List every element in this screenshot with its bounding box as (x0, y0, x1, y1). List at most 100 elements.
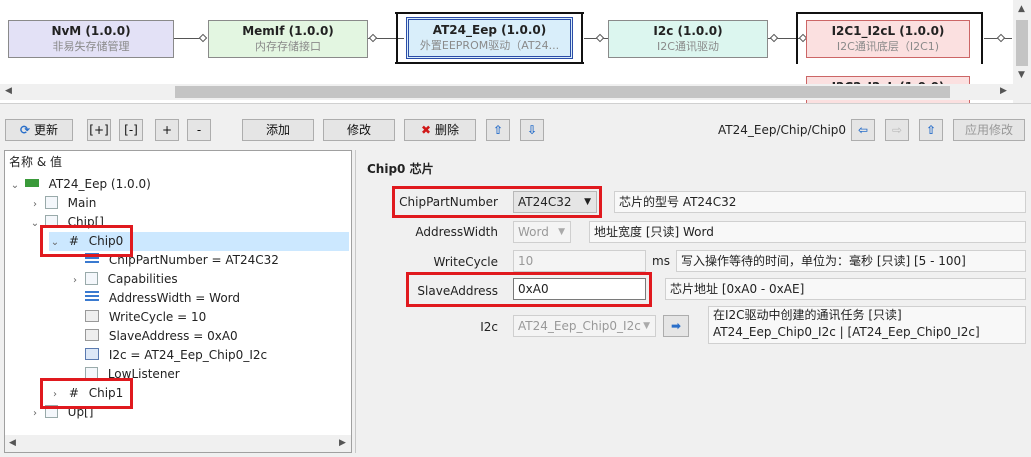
module-chip-icon (24, 179, 39, 187)
chip-part-number-desc: 芯片的型号 AT24C32 (614, 191, 1026, 213)
arrow-up-icon: ⇧ (925, 123, 937, 137)
i2c-label: I2c (480, 320, 498, 334)
container-icon (44, 196, 58, 209)
tree-item-write-cycle[interactable]: WriteCycle = 10 (85, 308, 206, 327)
horizontal-scroll-thumb[interactable] (175, 86, 950, 98)
tree-header: 名称 & 值 (9, 155, 62, 169)
move-down-button[interactable]: ⇩ (520, 119, 544, 141)
reference-icon (85, 348, 99, 360)
tree-item-label: SlaveAddress = 0xA0 (108, 329, 238, 343)
i2c-select[interactable]: AT24_Eep_Chip0_I2c ▼ (513, 315, 656, 337)
tree-item-label: Main (67, 196, 97, 210)
tree-item-label: WriteCycle = 10 (108, 310, 207, 324)
address-width-label: AddressWidth (415, 225, 498, 239)
refresh-label: 更新 (33, 123, 58, 137)
goto-i2c-button[interactable]: ➡ (663, 315, 689, 337)
tree-item-main[interactable]: › Main (29, 194, 96, 213)
collapse-all-button[interactable]: [-] (119, 119, 143, 141)
highlight-chip0 (40, 225, 133, 257)
current-path: AT24_Eep/Chip/Chip0 (718, 123, 847, 137)
move-up-button[interactable]: ⇧ (486, 119, 510, 141)
delete-label: 删除 (434, 123, 459, 137)
tree-horizontal-scrollbar[interactable] (5, 435, 351, 452)
highlight-slave-address (406, 272, 652, 307)
write-cycle-desc: 写入操作等待的时间，单位为：毫秒 [只读] [5 - 100] (676, 250, 1026, 272)
scroll-right-icon[interactable]: ▶ (1000, 86, 1007, 96)
tree-item-address-width[interactable]: AddressWidth = Word (85, 289, 240, 308)
module-at24-eep[interactable]: AT24_Eep (1.0.0) 外置EEPROM驱动（AT24... (406, 17, 573, 59)
arrow-up-icon: ⇧ (492, 123, 504, 137)
connector-diamond-icon (368, 33, 378, 43)
selection-bracket-bottom (395, 62, 584, 64)
number-icon (85, 310, 99, 322)
slave-address-desc: 芯片地址 [0xA0 - 0xAE] (665, 278, 1026, 300)
module-memif[interactable]: MemIf (1.0.0) 内存存储接口 (208, 20, 368, 58)
delete-button[interactable]: ✖ 删除 (404, 119, 476, 141)
forward-button[interactable]: ⇨ (885, 119, 909, 141)
chevron-right-icon[interactable]: › (69, 271, 81, 290)
chevron-down-icon[interactable]: ⌄ (9, 176, 21, 195)
connector-diamond-icon (595, 33, 605, 43)
apply-changes-button[interactable]: 应用修改 (953, 119, 1025, 141)
highlight-chip-part-number (392, 186, 602, 218)
minus-button[interactable]: - (187, 119, 211, 141)
chevron-down-icon: ▼ (558, 227, 565, 237)
scroll-left-icon[interactable]: ◀ (9, 438, 16, 448)
module-title: MemIf (1.0.0) (242, 24, 334, 38)
module-title: I2c (1.0.0) (653, 24, 723, 38)
address-width-select[interactable]: Word ▼ (513, 221, 571, 243)
tree-item-label: I2c = AT24_Eep_Chip0_I2c (108, 348, 268, 362)
tree-item-label: ChipPartNumber = AT24C32 (108, 253, 279, 267)
arrow-down-icon: ⇩ (526, 123, 538, 137)
tree-item-i2c[interactable]: I2c = AT24_Eep_Chip0_I2c (85, 346, 267, 365)
container-icon (84, 272, 98, 285)
arrow-right-icon: ⇨ (891, 123, 903, 137)
select-value: Word (518, 225, 549, 239)
chevron-right-icon[interactable]: › (29, 195, 41, 214)
tree-item-slave-address[interactable]: SlaveAddress = 0xA0 (85, 327, 238, 346)
enum-icon (85, 291, 99, 303)
write-cycle-unit: ms (652, 254, 670, 268)
select-value: AT24_Eep_Chip0_I2c (518, 319, 641, 333)
module-i2c1-i2cl[interactable]: I2C1_I2cL (1.0.0) I2C通讯底层（I2C1) (806, 20, 970, 58)
tree-item-at24-eep[interactable]: ⌄ AT24_Eep (1.0.0) (9, 175, 151, 194)
add-button[interactable]: 添加 (242, 119, 314, 141)
module-subtitle: 内存存储接口 (255, 40, 321, 53)
arrow-right-icon: ➡ (670, 319, 682, 333)
highlight-chip1 (40, 378, 133, 409)
tree-item-label: AT24_Eep (1.0.0) (48, 177, 151, 191)
delete-icon: ✖ (421, 123, 432, 137)
connector-diamond-icon (996, 33, 1006, 43)
modify-button[interactable]: 修改 (323, 119, 395, 141)
module-i2c[interactable]: I2c (1.0.0) I2C通讯驱动 (608, 20, 768, 58)
module-subtitle: 非易失存储管理 (52, 40, 130, 53)
refresh-button[interactable]: ⟳ 更新 (5, 119, 73, 141)
vertical-scroll-thumb[interactable] (1016, 20, 1028, 66)
scroll-right-icon[interactable]: ▶ (339, 438, 346, 448)
scroll-left-icon[interactable]: ◀ (5, 86, 12, 96)
expand-all-button[interactable]: [+] (87, 119, 111, 141)
module-title: I2C1_I2cL (1.0.0) (831, 24, 945, 38)
module-subtitle: I2C通讯底层（I2C1) (836, 40, 940, 53)
i2c-desc: 在I2C驱动中创建的通讯任务 [只读] AT24_Eep_Chip0_I2c |… (708, 306, 1026, 344)
module-nvm[interactable]: NvM (1.0.0) 非易失存储管理 (8, 20, 174, 58)
address-width-desc: 地址宽度 [只读] Word (589, 221, 1026, 243)
scroll-up-icon[interactable]: ▲ (1018, 4, 1025, 14)
module-title: NvM (1.0.0) (51, 24, 131, 38)
tree-item-label: Capabilities (107, 272, 178, 286)
arrow-left-icon: ⇦ (857, 123, 869, 137)
number-icon (85, 329, 99, 341)
i2c-desc-line1: 在I2C驱动中创建的通讯任务 [只读] (713, 308, 902, 322)
scroll-down-icon[interactable]: ▼ (1018, 70, 1025, 80)
module-subtitle: 外置EEPROM驱动（AT24... (419, 39, 560, 52)
tree-item-capabilities[interactable]: › Capabilities (69, 270, 178, 289)
module-diagram: NvM (1.0.0) 非易失存储管理 MemIf (1.0.0) 内存存储接口… (0, 0, 1031, 104)
plus-button[interactable]: + (155, 119, 179, 141)
tree-item-label: AddressWidth = Word (108, 291, 241, 305)
parent-button[interactable]: ⇧ (919, 119, 943, 141)
write-cycle-input[interactable]: 10 (513, 250, 646, 272)
back-button[interactable]: ⇦ (851, 119, 875, 141)
module-title: AT24_Eep (1.0.0) (432, 23, 547, 37)
connector-diamond-icon (769, 33, 779, 43)
connector-diamond-icon (198, 33, 208, 43)
